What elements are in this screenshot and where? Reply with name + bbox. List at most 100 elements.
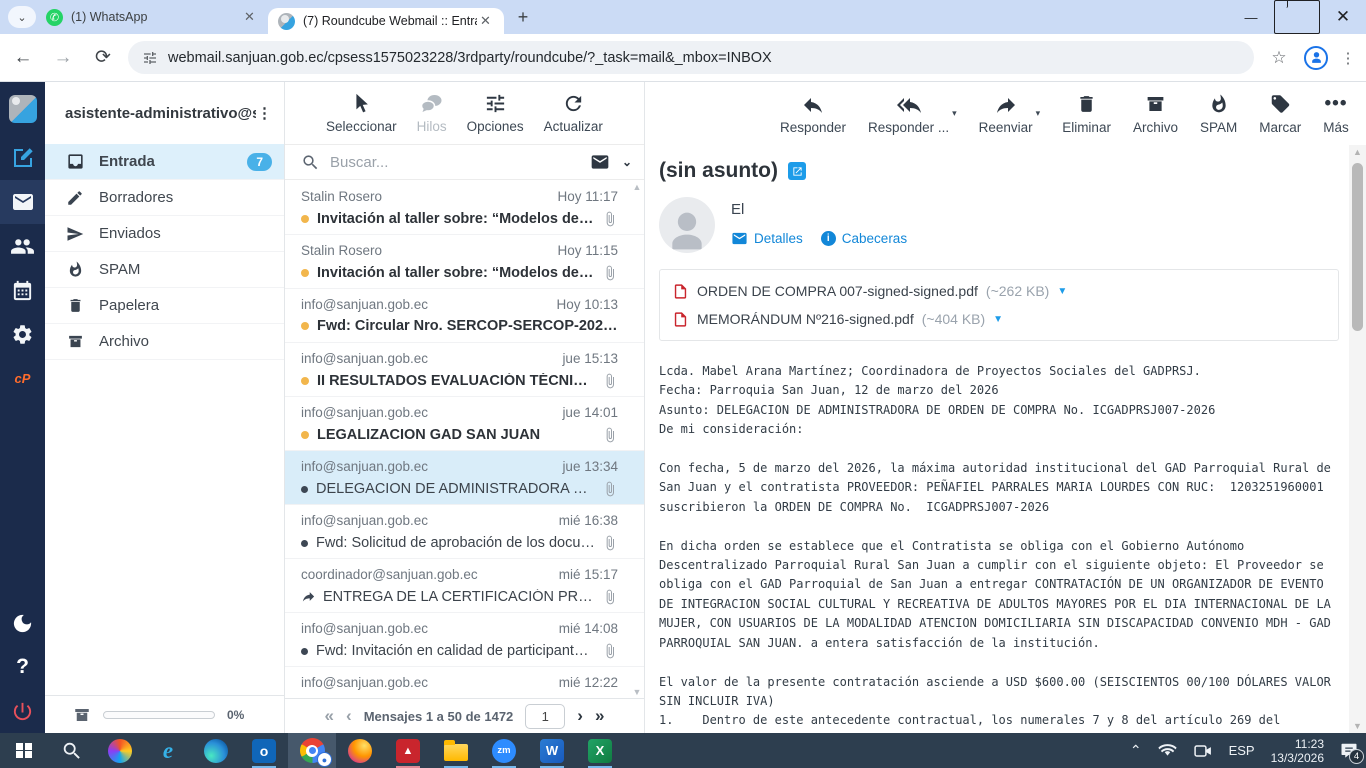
message-row-selected[interactable]: info@sanjuan.gob.ecjue 13:34 DELEGACION …: [285, 451, 644, 505]
tab-search-chevron-icon[interactable]: ⌄: [8, 6, 36, 28]
message-row[interactable]: Stalin RoseroHoy 11:17 Invitación al tal…: [285, 181, 644, 235]
acrobat-icon[interactable]: ▲: [384, 733, 432, 768]
tray-expand-chevron-icon[interactable]: ⌃: [1122, 733, 1150, 768]
attachment-item[interactable]: ORDEN DE COMPRA 007-signed-signed.pdf (~…: [672, 277, 1326, 305]
scroll-up-icon[interactable]: ▲: [1349, 147, 1366, 157]
outlook-icon[interactable]: o: [240, 733, 288, 768]
attachment-menu-caret-icon[interactable]: ▼: [993, 314, 1003, 325]
mail-icon[interactable]: [0, 180, 45, 224]
folder-archivo[interactable]: Archivo: [45, 324, 284, 360]
scrollbar-thumb[interactable]: [1352, 163, 1363, 331]
taskbar-clock[interactable]: 11:23 13/3/2026: [1263, 737, 1332, 765]
message-scrollbar[interactable]: ▲ ▼: [1349, 145, 1366, 733]
dropdown-caret-icon[interactable]: ▾: [952, 108, 957, 135]
dropdown-caret-icon[interactable]: ▾: [1036, 108, 1041, 135]
bookmark-star-icon[interactable]: ☆: [1264, 48, 1294, 68]
search-scope-envelope-icon[interactable]: [590, 152, 610, 172]
settings-gear-icon[interactable]: [0, 312, 45, 356]
cpanel-icon[interactable]: cP: [0, 356, 45, 400]
meet-now-icon[interactable]: [1185, 733, 1221, 768]
list-scrollbar[interactable]: ▲ ▼: [631, 182, 643, 697]
prev-page-icon[interactable]: ‹: [346, 706, 352, 726]
calendar-icon[interactable]: [0, 268, 45, 312]
message-row[interactable]: info@sanjuan.gob.ecmié 12:22: [285, 667, 644, 698]
refresh-button[interactable]: Actualizar: [544, 92, 603, 134]
attachment-name[interactable]: ORDEN DE COMPRA 007-signed-signed.pdf: [697, 283, 978, 299]
window-minimize-button[interactable]: —: [1228, 0, 1274, 34]
wifi-icon[interactable]: [1150, 733, 1185, 768]
url-text[interactable]: webmail.sanjuan.gob.ec/cpsess1575023228/…: [168, 50, 772, 66]
tab-close-icon[interactable]: ✕: [241, 9, 258, 26]
window-restore-button[interactable]: [1274, 0, 1320, 34]
start-button[interactable]: [0, 733, 48, 768]
zoom-icon[interactable]: zm: [480, 733, 528, 768]
folder-enviados[interactable]: Enviados: [45, 216, 284, 252]
notification-center-icon[interactable]: 4: [1332, 733, 1366, 768]
internet-explorer-icon[interactable]: e: [144, 733, 192, 768]
search-bar[interactable]: ⌄: [285, 145, 644, 180]
compose-icon[interactable]: [0, 136, 45, 180]
forward-button[interactable]: Reenviar: [979, 93, 1033, 135]
reply-all-button[interactable]: Responder ...: [868, 93, 949, 135]
search-options-chevron-icon[interactable]: ⌄: [622, 155, 632, 169]
attachment-item[interactable]: MEMORÁNDUM Nº216-signed.pdf (~404 KB) ▼: [672, 305, 1326, 333]
headers-link[interactable]: iCabeceras: [821, 231, 907, 246]
archive-button[interactable]: Archivo: [1133, 93, 1178, 135]
chrome-icon[interactable]: ●: [288, 733, 336, 768]
message-row[interactable]: info@sanjuan.gob.ecmié 14:08 Fwd: Invita…: [285, 613, 644, 667]
more-button[interactable]: ••• Más: [1323, 93, 1349, 135]
forward-button[interactable]: →: [46, 41, 80, 75]
message-row[interactable]: info@sanjuan.gob.ecmié 16:38 Fwd: Solici…: [285, 505, 644, 559]
help-icon[interactable]: ?: [0, 645, 45, 689]
copilot-icon[interactable]: [96, 733, 144, 768]
taskbar-search-icon[interactable]: [48, 733, 96, 768]
browser-profile-avatar[interactable]: [1304, 46, 1328, 70]
attachment-menu-caret-icon[interactable]: ▼: [1057, 286, 1067, 297]
attachment-name[interactable]: MEMORÁNDUM Nº216-signed.pdf: [697, 311, 914, 327]
spam-button[interactable]: SPAM: [1200, 93, 1237, 135]
site-settings-icon[interactable]: [142, 50, 158, 66]
message-row[interactable]: info@sanjuan.gob.ecHoy 10:13 Fwd: Circul…: [285, 289, 644, 343]
logout-power-icon[interactable]: [0, 689, 45, 733]
firefox-icon[interactable]: [336, 733, 384, 768]
message-row[interactable]: info@sanjuan.gob.ecjue 15:13 II RESULTAD…: [285, 343, 644, 397]
reload-button[interactable]: ⟳: [86, 41, 120, 75]
message-row[interactable]: Stalin RoseroHoy 11:15 Invitación al tal…: [285, 235, 644, 289]
mark-button[interactable]: Marcar: [1259, 93, 1301, 135]
scroll-down-icon[interactable]: ▼: [631, 687, 643, 697]
contacts-icon[interactable]: [0, 224, 45, 268]
page-number-input[interactable]: [525, 704, 565, 729]
folder-entrada[interactable]: Entrada 7: [45, 144, 284, 180]
address-bar[interactable]: webmail.sanjuan.gob.ec/cpsess1575023228/…: [128, 41, 1254, 74]
folder-borradores[interactable]: Borradores: [45, 180, 284, 216]
first-page-icon[interactable]: «: [325, 706, 334, 726]
scroll-down-icon[interactable]: ▼: [1349, 721, 1366, 731]
browser-tab-whatsapp[interactable]: ✆ (1) WhatsApp ✕: [36, 0, 268, 34]
message-row[interactable]: coordinador@sanjuan.gob.ecmié 15:17 ENTR…: [285, 559, 644, 613]
options-button[interactable]: Opciones: [467, 92, 524, 134]
details-link[interactable]: Detalles: [731, 230, 803, 247]
language-indicator[interactable]: ESP: [1221, 733, 1263, 768]
reply-button[interactable]: Responder: [780, 93, 846, 135]
dark-mode-moon-icon[interactable]: [0, 601, 45, 645]
edge-icon[interactable]: [192, 733, 240, 768]
back-button[interactable]: ←: [6, 41, 40, 75]
browser-menu-icon[interactable]: ⋮: [1338, 49, 1358, 67]
window-close-button[interactable]: ✕: [1320, 0, 1366, 34]
file-explorer-icon[interactable]: [432, 733, 480, 768]
message-row[interactable]: info@sanjuan.gob.ecjue 14:01 LEGALIZACIO…: [285, 397, 644, 451]
last-page-icon[interactable]: »: [595, 706, 604, 726]
folder-papelera[interactable]: Papelera: [45, 288, 284, 324]
folder-spam[interactable]: SPAM: [45, 252, 284, 288]
open-in-new-window-icon[interactable]: [788, 162, 806, 180]
select-button[interactable]: Seleccionar: [326, 92, 397, 134]
new-tab-button[interactable]: +: [510, 4, 536, 30]
next-page-icon[interactable]: ›: [577, 706, 583, 726]
account-menu-icon[interactable]: ⋮: [256, 104, 274, 122]
word-icon[interactable]: W: [528, 733, 576, 768]
excel-icon[interactable]: X: [576, 733, 624, 768]
browser-tab-roundcube[interactable]: (7) Roundcube Webmail :: Entra ✕: [268, 8, 504, 34]
scroll-up-icon[interactable]: ▲: [631, 182, 643, 192]
tab-close-icon[interactable]: ✕: [477, 13, 494, 30]
search-input[interactable]: [330, 154, 590, 171]
